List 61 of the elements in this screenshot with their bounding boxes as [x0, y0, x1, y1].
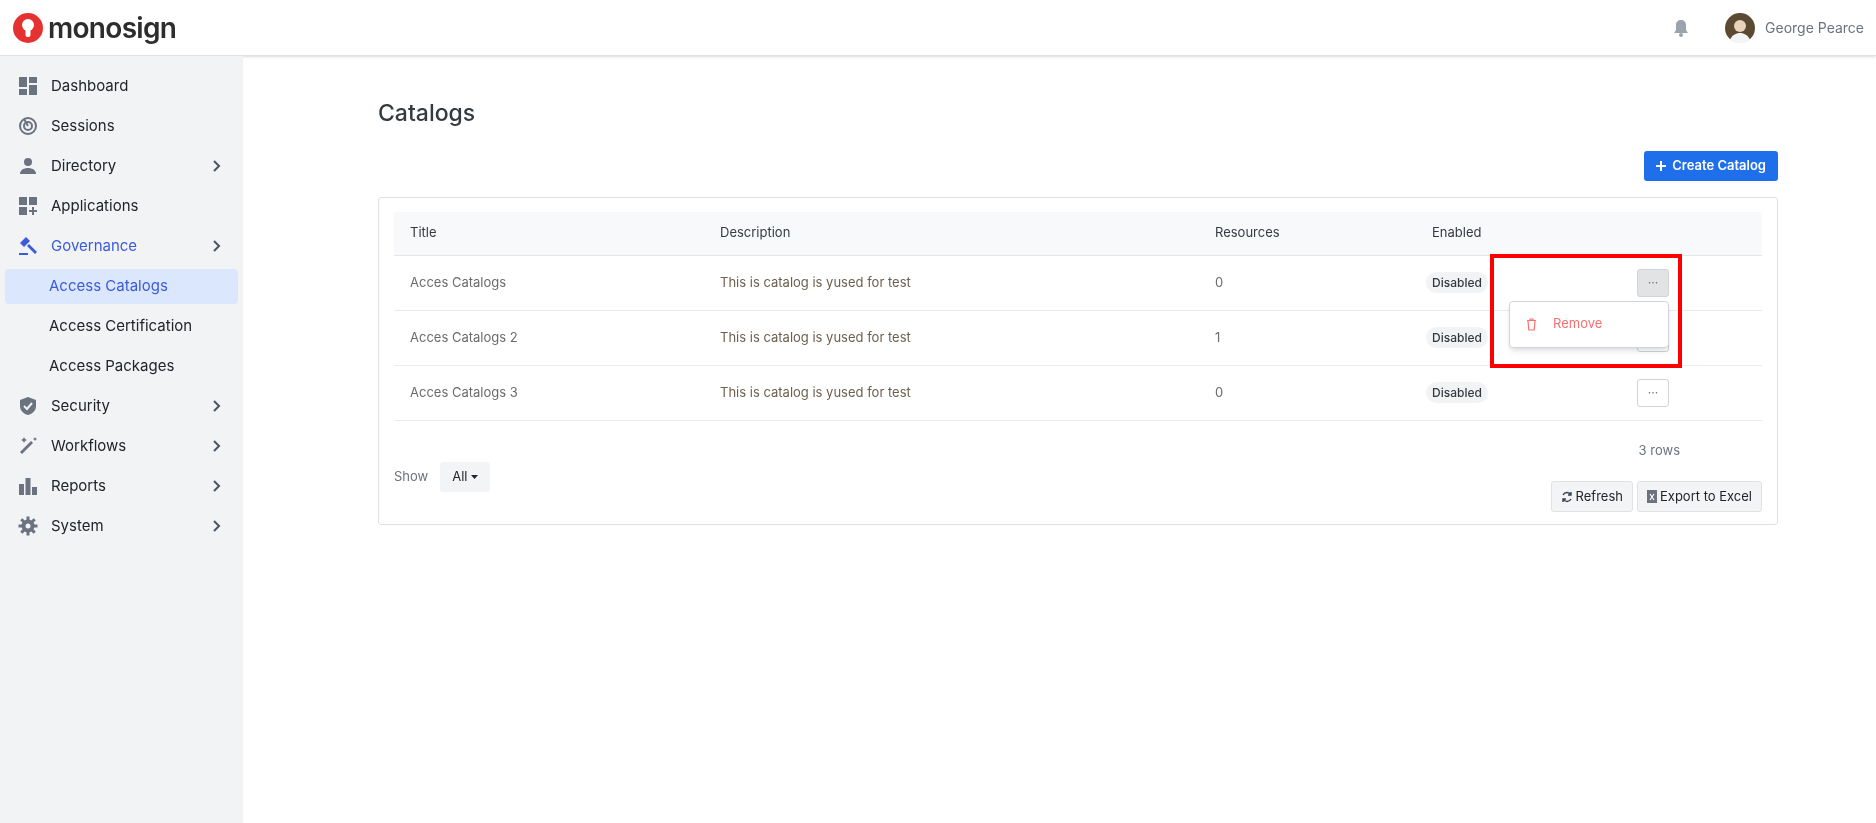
export-button[interactable]: Export to Excel	[1636, 481, 1762, 512]
magic-wand-icon	[18, 436, 38, 456]
more-actions-button[interactable]: ···	[1637, 378, 1669, 407]
page-title: Catalogs	[378, 98, 477, 129]
sidebar-item[interactable]: Security	[0, 386, 243, 426]
user-name[interactable]: George Pearce	[1765, 17, 1864, 38]
shield-icon	[18, 396, 38, 416]
gavel-icon	[18, 236, 38, 256]
chevron-right-icon	[213, 160, 221, 172]
refresh-button[interactable]: Refresh	[1550, 481, 1633, 512]
sidebar-item[interactable]: Applications	[0, 186, 243, 226]
table-cell-text: 0	[1214, 382, 1225, 402]
table-cell-text: This is catalog is yused for test	[719, 272, 912, 292]
dashboard-icon	[18, 76, 38, 96]
table-cell-text: This is catalog is yused for test	[719, 327, 912, 347]
spreadsheet-icon	[1646, 490, 1657, 503]
sidebar-item[interactable]: Directory	[0, 146, 243, 186]
table-cell-text: 1	[1214, 327, 1222, 347]
settings-icon	[18, 516, 38, 536]
caret-icon	[470, 475, 478, 479]
page-size-dropdown[interactable]: All	[440, 462, 490, 492]
chevron-right-icon	[213, 480, 221, 492]
table-cell-text: Acces Catalogs	[409, 272, 508, 292]
status-tag: Disabled	[1426, 326, 1488, 348]
sidebar-item[interactable]: System	[0, 506, 243, 546]
column-header: Enabled	[1431, 223, 1483, 243]
bar-chart-icon	[18, 476, 38, 496]
chevron-right-icon	[213, 240, 221, 252]
column-header: Resources	[1214, 223, 1281, 243]
sidebar-item[interactable]: Governance	[0, 226, 243, 266]
show-label: Show	[394, 467, 429, 487]
column-header: Description	[719, 223, 792, 243]
chevron-right-icon	[213, 440, 221, 452]
trash-icon	[1526, 317, 1537, 331]
sidebar-item[interactable]: Dashboard	[0, 66, 243, 106]
create-catalog-button[interactable]: Create Catalog	[1644, 150, 1778, 181]
sidebar-item[interactable]: Reports	[0, 466, 243, 506]
refresh-icon	[1560, 490, 1573, 503]
sidebar-subitem[interactable]: Access Catalogs	[5, 268, 238, 304]
sidebar-subitem[interactable]: Access Certification	[5, 308, 238, 344]
column-header: Title	[409, 223, 438, 243]
status-tag: Disabled	[1426, 381, 1488, 403]
chevron-right-icon	[213, 520, 221, 532]
plus-icon	[1656, 160, 1667, 171]
table-cell-text: This is catalog is yused for test	[719, 382, 912, 402]
table-cell-text: Acces Catalogs 3	[409, 382, 519, 402]
avatar[interactable]	[1725, 12, 1756, 43]
logo-icon	[12, 11, 44, 44]
brand-name: monosign	[48, 13, 177, 42]
table-cell-text: 0	[1214, 272, 1225, 292]
chevron-right-icon	[213, 400, 221, 412]
row-count: 3 rows	[1638, 440, 1680, 460]
status-tag: Disabled	[1426, 271, 1488, 293]
sidebar-item[interactable]: Workflows	[0, 426, 243, 466]
apps-icon	[18, 196, 38, 216]
sidebar-item[interactable]: Sessions	[0, 106, 243, 146]
person-icon	[18, 156, 38, 176]
radar-icon	[18, 116, 38, 136]
sidebar-subitem[interactable]: Access Packages	[5, 348, 238, 384]
table-cell-text: Acces Catalogs 2	[409, 327, 519, 347]
more-actions-button[interactable]: ···	[1637, 268, 1669, 297]
